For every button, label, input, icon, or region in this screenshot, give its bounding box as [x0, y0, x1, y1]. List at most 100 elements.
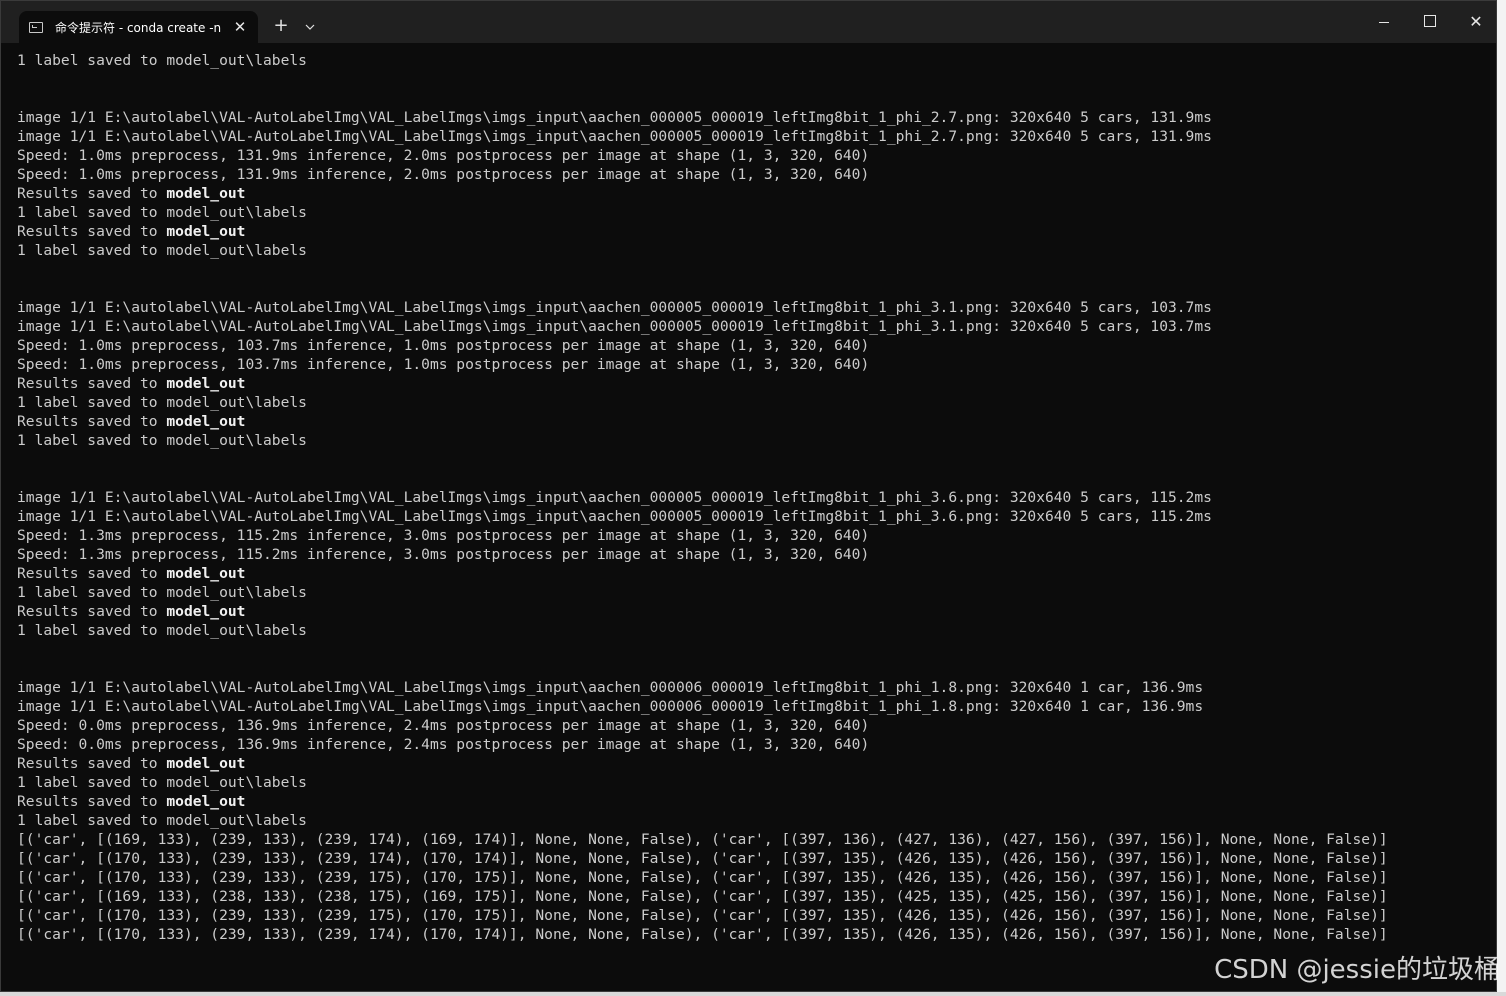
- console-bold-path: model_out: [166, 413, 246, 430]
- console-line: Speed: 1.0ms preprocess, 103.7ms inferen…: [17, 336, 1488, 355]
- console-text: [('car', [(170, 133), (239, 133), (239, …: [17, 850, 1388, 867]
- console-text: image 1/1 E:\autolabel\VAL-AutoLabelImg\…: [17, 318, 1212, 335]
- console-line: 1 label saved to model_out\labels: [17, 583, 1488, 602]
- console-text: Results saved to: [17, 223, 167, 240]
- console-line: Speed: 1.0ms preprocess, 131.9ms inferen…: [17, 165, 1488, 184]
- console-text: Speed: 0.0ms preprocess, 136.9ms inferen…: [17, 717, 870, 734]
- console-text: image 1/1 E:\autolabel\VAL-AutoLabelImg\…: [17, 299, 1212, 316]
- console-line: image 1/1 E:\autolabel\VAL-AutoLabelImg\…: [17, 697, 1488, 716]
- console-bold-path: model_out: [166, 185, 246, 202]
- console-text: 1 label saved to model_out\labels: [17, 52, 307, 69]
- taskbar-edge: [0, 992, 1506, 996]
- console-bold-path: model_out: [166, 565, 246, 582]
- console-text: Results saved to: [17, 375, 167, 392]
- maximize-button[interactable]: [1407, 5, 1453, 39]
- console-line: Speed: 0.0ms preprocess, 136.9ms inferen…: [17, 735, 1488, 754]
- new-tab-button[interactable]: +: [269, 15, 293, 39]
- console-line: 1 label saved to model_out\labels: [17, 621, 1488, 640]
- tab-close-icon[interactable]: ✕: [230, 18, 250, 36]
- console-line: [('car', [(170, 133), (239, 133), (239, …: [17, 906, 1488, 925]
- console-text: Results saved to: [17, 603, 167, 620]
- console-text: 1 label saved to model_out\labels: [17, 394, 307, 411]
- console-line: image 1/1 E:\autolabel\VAL-AutoLabelImg\…: [17, 488, 1488, 507]
- console-text: 1 label saved to model_out\labels: [17, 204, 307, 221]
- close-button[interactable]: ✕: [1453, 5, 1496, 39]
- console-bold-path: model_out: [166, 223, 246, 240]
- console-bold-path: model_out: [166, 793, 246, 810]
- console-text: Results saved to: [17, 755, 167, 772]
- chevron-down-icon[interactable]: [299, 15, 321, 39]
- console-text: 1 label saved to model_out\labels: [17, 584, 307, 601]
- console-text: [('car', [(169, 133), (238, 133), (238, …: [17, 888, 1388, 905]
- console-text: Results saved to: [17, 793, 167, 810]
- console-line: image 1/1 E:\autolabel\VAL-AutoLabelImg\…: [17, 108, 1488, 127]
- console-line: 1 label saved to model_out\labels: [17, 811, 1488, 830]
- console-line: 1 label saved to model_out\labels: [17, 393, 1488, 412]
- console-line: Speed: 1.0ms preprocess, 131.9ms inferen…: [17, 146, 1488, 165]
- console-text: image 1/1 E:\autolabel\VAL-AutoLabelImg\…: [17, 109, 1212, 126]
- console-line: [('car', [(170, 133), (239, 133), (239, …: [17, 868, 1488, 887]
- console-line: 1 label saved to model_out\labels: [17, 203, 1488, 222]
- console-text: [('car', [(170, 133), (239, 133), (239, …: [17, 926, 1388, 943]
- console-text: image 1/1 E:\autolabel\VAL-AutoLabelImg\…: [17, 508, 1212, 525]
- console-bold-path: model_out: [166, 603, 246, 620]
- console-text: 1 label saved to model_out\labels: [17, 812, 307, 829]
- minimize-icon: [1379, 21, 1389, 23]
- console-line: [('car', [(169, 133), (239, 133), (239, …: [17, 830, 1488, 849]
- console-text: image 1/1 E:\autolabel\VAL-AutoLabelImg\…: [17, 698, 1204, 715]
- watermark: CSDN @jessie的垃圾桶: [1214, 955, 1500, 985]
- console-text: Speed: 1.0ms preprocess, 131.9ms inferen…: [17, 147, 870, 164]
- console-line: Speed: 1.3ms preprocess, 115.2ms inferen…: [17, 545, 1488, 564]
- console-line: [('car', [(170, 133), (239, 133), (239, …: [17, 849, 1488, 868]
- console-bold-path: model_out: [166, 375, 246, 392]
- console-line: image 1/1 E:\autolabel\VAL-AutoLabelImg\…: [17, 678, 1488, 697]
- console-line: Speed: 1.0ms preprocess, 103.7ms inferen…: [17, 355, 1488, 374]
- console-line: Results saved to model_out: [17, 222, 1488, 241]
- console-text: Speed: 1.3ms preprocess, 115.2ms inferen…: [17, 546, 870, 563]
- tab-command-prompt[interactable]: 命令提示符 - conda create -n ✕: [19, 11, 258, 43]
- console-line: Results saved to model_out: [17, 374, 1488, 393]
- console-line: Speed: 0.0ms preprocess, 136.9ms inferen…: [17, 716, 1488, 735]
- title-bar: 命令提示符 - conda create -n ✕ + ✕: [1, 1, 1496, 43]
- console-line: [('car', [(170, 133), (239, 133), (239, …: [17, 925, 1488, 944]
- console-line: image 1/1 E:\autolabel\VAL-AutoLabelImg\…: [17, 317, 1488, 336]
- console-text: 1 label saved to model_out\labels: [17, 242, 307, 259]
- console-line: Results saved to model_out: [17, 602, 1488, 621]
- console-text: Speed: 1.0ms preprocess, 131.9ms inferen…: [17, 166, 870, 183]
- console-line: Results saved to model_out: [17, 564, 1488, 583]
- console-line: Speed: 1.3ms preprocess, 115.2ms inferen…: [17, 526, 1488, 545]
- console-text: image 1/1 E:\autolabel\VAL-AutoLabelImg\…: [17, 679, 1204, 696]
- console-text: Speed: 1.0ms preprocess, 103.7ms inferen…: [17, 337, 870, 354]
- console-text: 1 label saved to model_out\labels: [17, 432, 307, 449]
- console-text: image 1/1 E:\autolabel\VAL-AutoLabelImg\…: [17, 489, 1212, 506]
- minimize-button[interactable]: [1361, 5, 1407, 39]
- console-line: Results saved to model_out: [17, 792, 1488, 811]
- maximize-icon: [1424, 14, 1436, 27]
- terminal-window: 命令提示符 - conda create -n ✕ + ✕ 1 label sa…: [0, 0, 1497, 992]
- console-text: Results saved to: [17, 185, 167, 202]
- console-text: image 1/1 E:\autolabel\VAL-AutoLabelImg\…: [17, 128, 1212, 145]
- console-line: 1 label saved to model_out\labels: [17, 51, 1488, 70]
- tab-title: 命令提示符 - conda create -n: [55, 20, 222, 35]
- console-output[interactable]: 1 label saved to model_out\labelsimage 1…: [17, 51, 1488, 991]
- console-line: image 1/1 E:\autolabel\VAL-AutoLabelImg\…: [17, 127, 1488, 146]
- console-line: 1 label saved to model_out\labels: [17, 241, 1488, 260]
- console-text: Speed: 0.0ms preprocess, 136.9ms inferen…: [17, 736, 870, 753]
- console-line: Results saved to model_out: [17, 184, 1488, 203]
- console-text: [('car', [(170, 133), (239, 133), (239, …: [17, 869, 1388, 886]
- console-line: 1 label saved to model_out\labels: [17, 431, 1488, 450]
- console-line: Results saved to model_out: [17, 412, 1488, 431]
- console-line: image 1/1 E:\autolabel\VAL-AutoLabelImg\…: [17, 507, 1488, 526]
- console-text: Results saved to: [17, 413, 167, 430]
- console-bold-path: model_out: [166, 755, 246, 772]
- console-line: Results saved to model_out: [17, 754, 1488, 773]
- terminal-icon: [29, 21, 43, 33]
- console-text: 1 label saved to model_out\labels: [17, 622, 307, 639]
- console-text: 1 label saved to model_out\labels: [17, 774, 307, 791]
